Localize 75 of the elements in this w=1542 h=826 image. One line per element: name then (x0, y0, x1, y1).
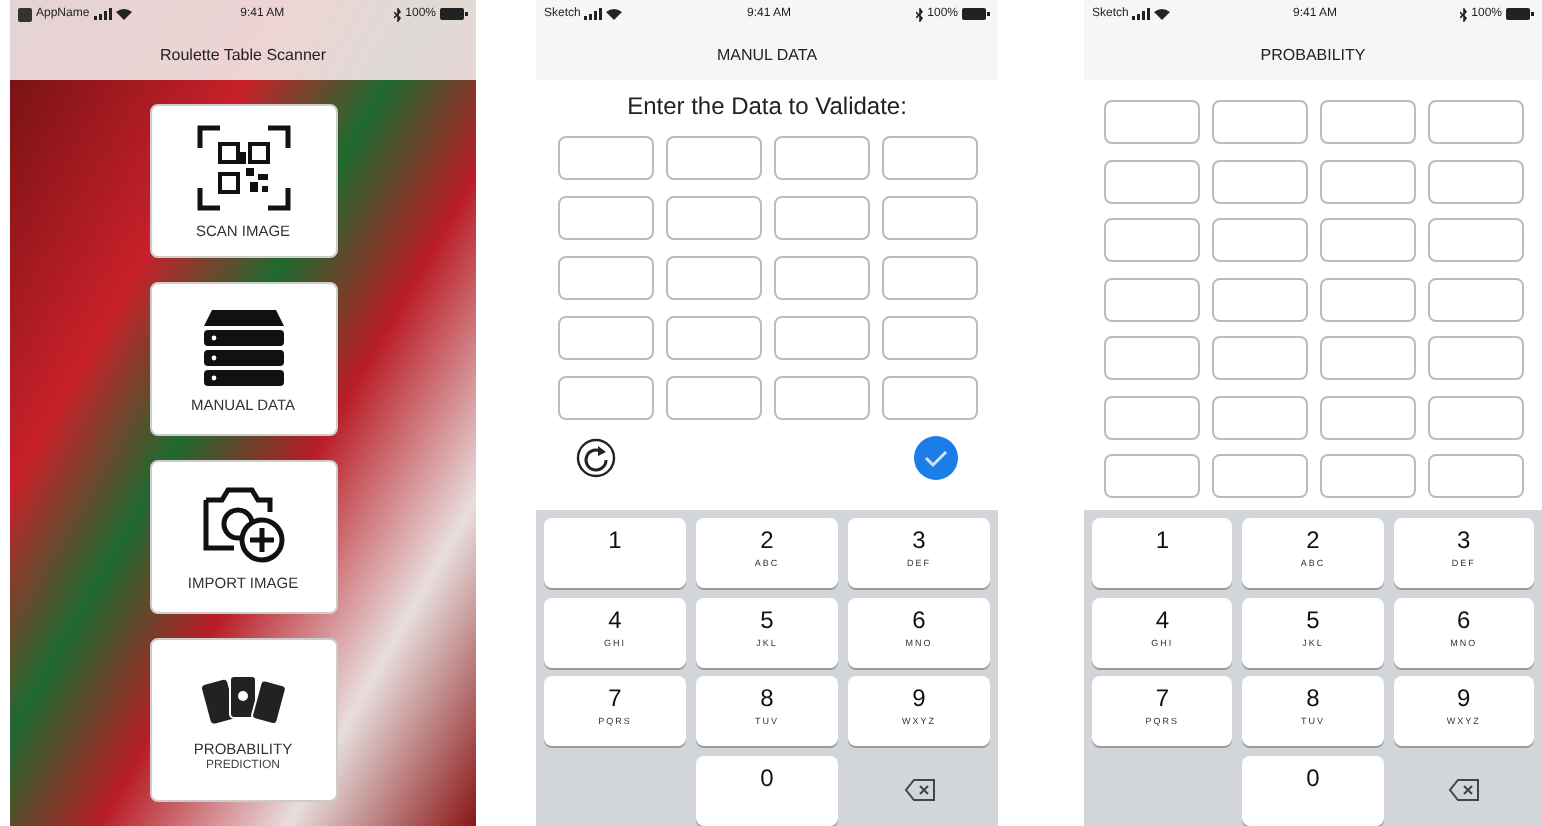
wifi-icon (606, 8, 623, 20)
input-field[interactable] (1103, 159, 1199, 203)
confirm-check-icon[interactable] (914, 436, 958, 480)
input-field[interactable] (557, 196, 653, 240)
qr-code-icon (195, 123, 291, 211)
input-field[interactable] (773, 316, 869, 360)
input-field[interactable] (665, 136, 761, 180)
input-field[interactable] (1211, 100, 1307, 144)
keypad-key[interactable]: 1 (544, 518, 686, 588)
keypad-key[interactable]: 0 (696, 755, 838, 825)
input-field[interactable] (1103, 395, 1199, 439)
input-field[interactable] (1319, 218, 1415, 262)
wifi-icon (1154, 8, 1171, 20)
backspace-icon[interactable] (903, 778, 935, 802)
input-field[interactable] (1103, 336, 1199, 380)
battery-icon (962, 8, 990, 20)
input-field[interactable] (881, 196, 977, 240)
input-field[interactable] (557, 136, 653, 180)
input-field[interactable] (1211, 159, 1307, 203)
input-field[interactable] (665, 316, 761, 360)
signal-icon (93, 8, 112, 20)
input-field[interactable] (881, 316, 977, 360)
battery-icon (440, 8, 468, 20)
bluetooth-icon (1459, 7, 1468, 21)
input-field[interactable] (1427, 277, 1523, 321)
input-field[interactable] (1319, 100, 1415, 144)
input-field[interactable] (1319, 159, 1415, 203)
input-field[interactable] (1427, 454, 1523, 498)
input-field[interactable] (557, 316, 653, 360)
input-field[interactable] (1103, 454, 1199, 498)
input-field[interactable] (1103, 277, 1199, 321)
input-field[interactable] (773, 376, 869, 420)
screen-title: Roulette Table Scanner (159, 45, 327, 63)
input-field[interactable] (1319, 395, 1415, 439)
screen-title: MANUL DATA (716, 45, 818, 63)
wifi-icon (115, 8, 132, 20)
input-field[interactable] (1319, 336, 1415, 380)
input-field[interactable] (1211, 277, 1307, 321)
signal-icon (584, 8, 603, 20)
input-field[interactable] (557, 256, 653, 300)
keypad-key[interactable]: 1 (1092, 518, 1233, 588)
refresh-icon[interactable] (576, 438, 616, 478)
input-field[interactable] (1319, 454, 1415, 498)
input-field[interactable] (665, 256, 761, 300)
input-field[interactable] (1319, 277, 1415, 321)
input-field[interactable] (881, 136, 977, 180)
input-field[interactable] (1103, 218, 1199, 262)
database-icon (199, 305, 287, 385)
backspace-icon[interactable] (1447, 778, 1480, 802)
input-field[interactable] (665, 196, 761, 240)
form-heading: Enter the Data to Validate: (625, 90, 909, 124)
input-field[interactable] (773, 256, 869, 300)
app-icon (18, 7, 32, 21)
input-field[interactable] (1427, 100, 1523, 144)
input-field[interactable] (1103, 100, 1199, 144)
input-field[interactable] (1211, 218, 1307, 262)
battery-icon (1506, 8, 1534, 20)
input-field[interactable] (1427, 395, 1523, 439)
keypad-key[interactable]: 0 (1242, 755, 1384, 825)
input-field[interactable] (557, 376, 653, 420)
input-field[interactable] (881, 256, 977, 300)
bluetooth-icon (393, 7, 402, 21)
screen-title: PROBABILITY (1260, 45, 1366, 63)
input-field[interactable] (1427, 336, 1523, 380)
input-field[interactable] (1211, 336, 1307, 380)
input-field[interactable] (1211, 454, 1307, 498)
input-field[interactable] (1427, 218, 1523, 262)
signal-icon (1132, 8, 1151, 20)
bluetooth-icon (915, 7, 924, 21)
input-field[interactable] (773, 136, 869, 180)
input-field[interactable] (1211, 395, 1307, 439)
input-field[interactable] (773, 196, 869, 240)
input-field[interactable] (881, 376, 977, 420)
input-field[interactable] (665, 376, 761, 420)
input-field[interactable] (1427, 159, 1523, 203)
